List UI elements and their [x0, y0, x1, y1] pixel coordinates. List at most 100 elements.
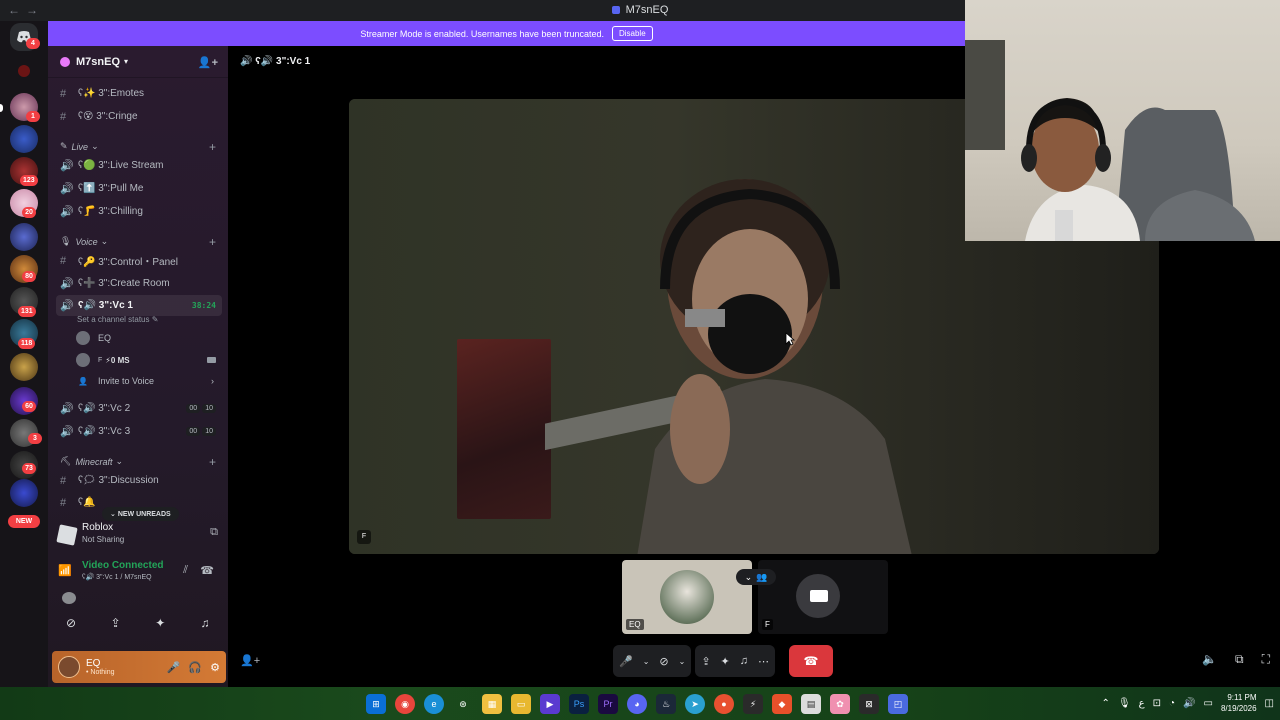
voice-controls: ⊘ ⇪ ✦ ♫ [54, 612, 222, 634]
voice-status-subtitle[interactable]: ʕ🔊 3":Vc 1 / M7snEQ [82, 573, 152, 581]
activities-icon[interactable]: ✦ [143, 612, 177, 634]
gear-icon[interactable]: ⚙ [210, 661, 220, 674]
notepad-icon[interactable]: ▤ [801, 694, 821, 714]
app-icon[interactable]: ⊠ [859, 694, 879, 714]
channel-vc3[interactable]: 🔊 ʕ🔊 3":Vc 3 00 10 [56, 421, 222, 442]
recorder-icon[interactable]: ● [714, 694, 734, 714]
brave-icon[interactable]: ◆ [772, 694, 792, 714]
file-explorer-icon[interactable]: ▭ [511, 694, 531, 714]
popout-icon[interactable]: ⧉ [1235, 652, 1244, 667]
fullscreen-icon[interactable]: ⛶ [1262, 652, 1270, 667]
soundboard-icon[interactable]: ♫ [740, 655, 748, 667]
channel-emotes[interactable]: # ʕ✨ 3":Emotes [56, 83, 222, 104]
telegram-icon[interactable]: ➤ [685, 694, 705, 714]
channel-vc2[interactable]: 🔊 ʕ🔊 3":Vc 2 00 10 [56, 398, 222, 419]
disconnect-icon[interactable]: ☎ [200, 564, 214, 577]
invite-icon[interactable]: 👤+ [240, 654, 260, 667]
new-unreads-button[interactable]: ⌄ NEW UNREADS [102, 507, 179, 521]
wifi-icon[interactable]: ◔ [1169, 698, 1175, 709]
channel-live-stream[interactable]: 🔊 ʕ🟢 3":Live Stream [56, 155, 222, 176]
network-icon[interactable]: ⊡ [1153, 698, 1161, 709]
add-channel-icon[interactable]: + [209, 140, 216, 154]
channel-pull-me[interactable]: 🔊 ʕ⬆️ 3":Pull Me [56, 178, 222, 199]
more-options-icon[interactable]: ⋯ [758, 655, 769, 668]
server-icon[interactable] [10, 353, 38, 381]
category-minecraft[interactable]: ⛏ Minecraft ⌄ + [60, 455, 220, 469]
steam-icon[interactable]: ⊛ [453, 694, 473, 714]
mic-icon[interactable]: 🎤 [619, 655, 633, 668]
channel-discussion[interactable]: # ʕ🗯 3":Discussion [56, 470, 222, 491]
add-channel-icon[interactable]: + [209, 455, 216, 469]
store-icon[interactable]: ▦ [482, 694, 502, 714]
volume-icon[interactable]: 🔈 [1202, 652, 1217, 667]
invite-people-icon[interactable]: 👤+ [198, 56, 218, 69]
photoshop-icon[interactable]: Ps [569, 694, 589, 714]
volume-icon[interactable]: 🔊 [1183, 698, 1195, 709]
discord-icon[interactable]: ◕ [627, 694, 647, 714]
category-live[interactable]: ✎ Live ⌄ + [60, 140, 220, 154]
chevron-down-icon[interactable]: ⌄ [643, 657, 650, 666]
activities-icon[interactable]: ✦ [721, 655, 730, 668]
voice-user-eq[interactable]: EQ [76, 329, 220, 347]
camera-off-icon[interactable]: ⊘ [659, 655, 668, 668]
channel-vc1[interactable]: 🔊 ʕ🔊 3":Vc 1 38:24 [56, 295, 222, 316]
action-controls: ⇪ ✦ ♫ ⋯ [695, 645, 776, 677]
invite-to-voice[interactable]: 👤 Invite to Voice › [76, 372, 220, 390]
signal-icon[interactable]: 📶 [58, 564, 72, 577]
avatar [76, 331, 90, 345]
channel-cringe[interactable]: # ʕ😵 3":Cringe [56, 106, 222, 127]
chevron-up-icon[interactable]: ⌃ [1102, 698, 1110, 709]
channel-status-prompt[interactable]: Set a channel status ✎ [77, 315, 158, 324]
category-voice[interactable]: 🎙 Voice ⌄ + [60, 235, 220, 249]
server-icon[interactable] [10, 479, 38, 507]
participant-tile-f[interactable]: F [758, 560, 888, 634]
participant-tile-eq[interactable]: EQ [622, 560, 752, 634]
clock[interactable]: 9:11 PM 8/19/2026 [1221, 692, 1257, 714]
participant-strip: EQ F ⌄ 👥 [622, 560, 888, 634]
server-icon[interactable] [10, 125, 38, 153]
headphones-icon[interactable]: 🎧 [188, 661, 202, 674]
app-icon[interactable]: ✿ [830, 694, 850, 714]
language-icon[interactable]: ع [1139, 698, 1145, 709]
participant-toggle[interactable]: ⌄ 👥 [736, 569, 776, 585]
app-icon[interactable]: ◰ [888, 694, 908, 714]
screen-share-icon[interactable]: ⇪ [99, 612, 133, 634]
channel-create-room[interactable]: 🔊 ʕ➕ 3":Create Room [56, 273, 222, 294]
media-player-icon[interactable]: ▶ [540, 694, 560, 714]
noise-suppression-icon[interactable]: ⫽ [183, 564, 188, 577]
chevron-down-icon[interactable]: ⌄ [679, 657, 686, 666]
screen-share-icon[interactable]: ⇪ [701, 655, 710, 668]
participant-name: F [762, 619, 773, 630]
steam-client-icon[interactable]: ♨ [656, 694, 676, 714]
channel-chilling[interactable]: 🔊 ʕ🦵 3":Chilling [56, 201, 222, 222]
disconnect-button[interactable]: ☎ [789, 645, 834, 677]
mic-icon[interactable]: 🎤 [167, 661, 181, 674]
server-icon[interactable] [10, 223, 38, 251]
disable-button[interactable]: Disable [611, 26, 653, 41]
premiere-icon[interactable]: Pr [598, 694, 618, 714]
battery-icon[interactable]: ▭ [1204, 698, 1213, 709]
call-controls: 🎤 ⌄ ⊘ ⌄ ⇪ ✦ ♫ ⋯ ☎ [613, 645, 897, 677]
channel-control-panel[interactable]: # ʕ🔑 3":Control・Panel [56, 250, 222, 271]
soundboard-icon[interactable]: ♫ [188, 612, 222, 634]
add-channel-icon[interactable]: + [209, 235, 216, 249]
new-servers-pill[interactable]: NEW [8, 515, 40, 528]
taskbar-apps: ⊞ ◉ e ⊛ ▦ ▭ ▶ Ps Pr ◕ ♨ ➤ ● ⚡ ◆ ▤ ✿ ⊠ ◰ [366, 694, 908, 714]
notifications-icon[interactable]: ◫ [1265, 698, 1274, 709]
chrome-icon[interactable]: ◉ [395, 694, 415, 714]
share-screen-icon[interactable]: ⧉ [210, 526, 218, 539]
unread-badge: 73 [22, 463, 36, 474]
windows-start-icon[interactable]: ⊞ [366, 694, 386, 714]
server-header[interactable]: M7snEQ ▾ 👤+ [48, 46, 228, 78]
server-icon[interactable] [18, 65, 30, 77]
speaker-icon: 🔊 [60, 278, 74, 290]
chevron-right-icon: › [211, 376, 214, 386]
terminal-icon[interactable]: ⚡ [743, 694, 763, 714]
mic-icon: 🎙 [60, 236, 72, 246]
call-header: 🔊 ʕ🔊 3":Vc 1 [240, 56, 311, 67]
camera-off-icon[interactable]: ⊘ [54, 612, 88, 634]
voice-user-f[interactable]: F ⚡0 MS [76, 351, 220, 369]
avatar[interactable] [58, 656, 80, 678]
edge-icon[interactable]: e [424, 694, 444, 714]
mic-icon[interactable]: 🎙 [1118, 698, 1131, 709]
